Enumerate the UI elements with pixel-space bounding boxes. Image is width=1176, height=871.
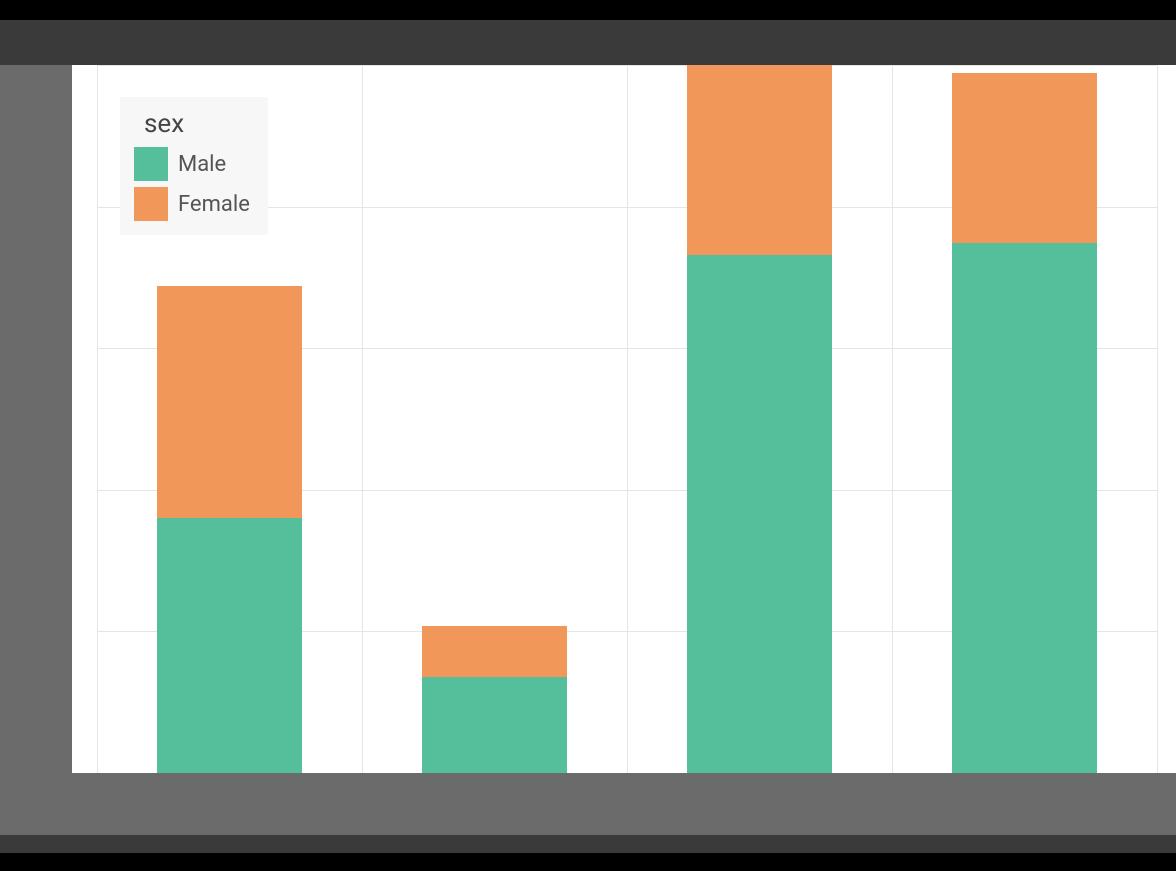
bar-male <box>952 243 1098 773</box>
legend-item-male: Male <box>134 147 250 181</box>
gridline-h <box>97 773 1157 774</box>
gridline-v <box>97 65 98 773</box>
gridline-v <box>627 65 628 773</box>
bar-male <box>422 677 568 773</box>
gridline-v <box>1157 65 1158 773</box>
legend: sex Male Female <box>120 97 268 235</box>
gridline-v <box>362 65 363 773</box>
bar-female <box>687 34 833 255</box>
occlusion-left-strip <box>0 65 72 773</box>
legend-swatch-male <box>134 147 168 181</box>
chart-root: 05001000150020002500 sex MaleFemale <box>0 0 1176 871</box>
bar-female <box>952 73 1098 243</box>
legend-label: Female <box>178 192 250 217</box>
legend-swatch-female <box>134 187 168 221</box>
bar-female <box>422 626 568 677</box>
legend-item-female: Female <box>134 187 250 221</box>
legend-title: sex <box>144 109 246 139</box>
bar-female <box>157 286 303 518</box>
gridline-v <box>892 65 893 773</box>
bar-male <box>687 255 833 773</box>
legend-label: Male <box>178 152 226 177</box>
bar-male <box>157 518 303 773</box>
